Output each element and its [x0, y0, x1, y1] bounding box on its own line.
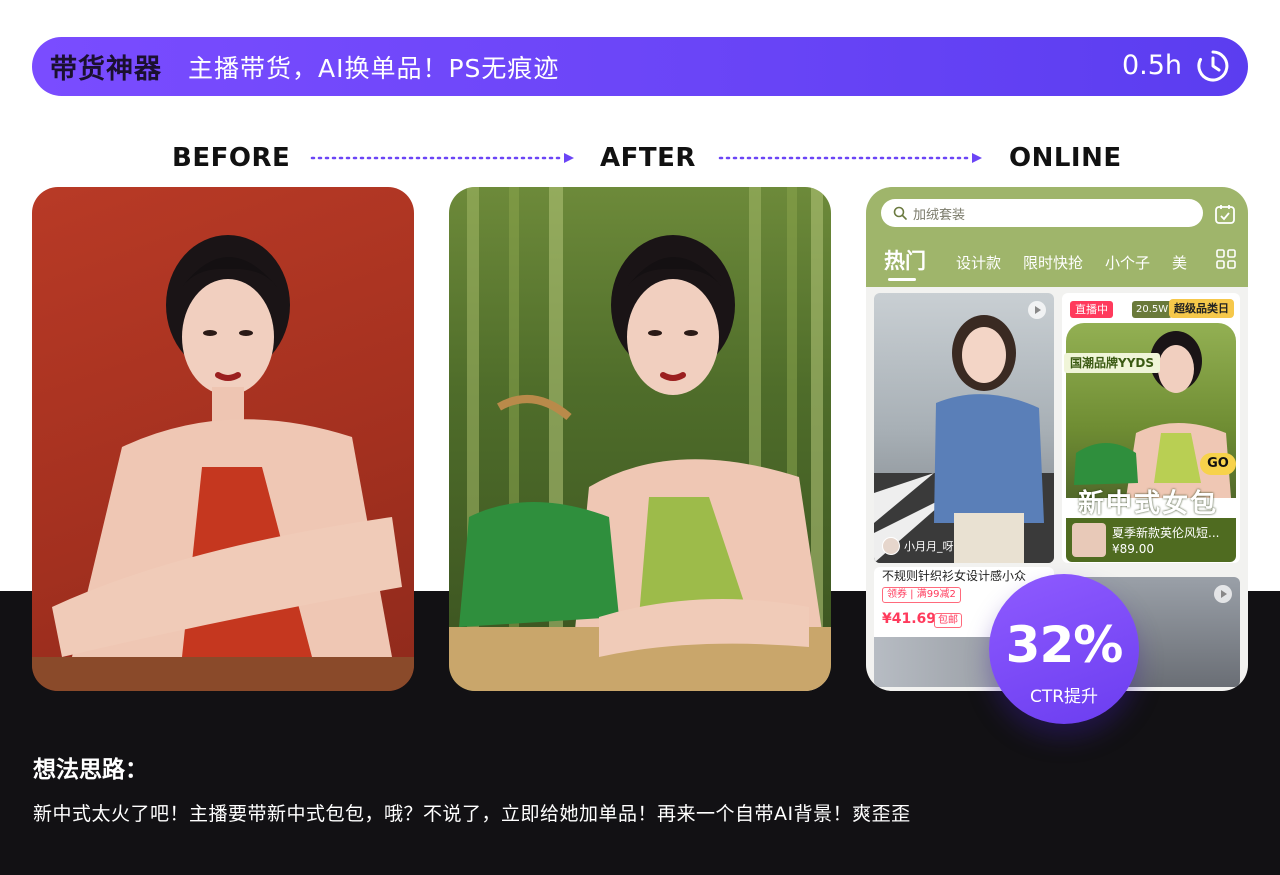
go-button[interactable]: GO	[1200, 453, 1236, 475]
tab-beauty[interactable]: 美	[1172, 252, 1187, 273]
avatar	[882, 537, 900, 555]
play-icon[interactable]	[1028, 301, 1046, 319]
tab-petite[interactable]: 小个子	[1105, 252, 1150, 273]
banner-title: 主播带货，AI换单品！PS无痕迹	[188, 53, 560, 83]
banner-tag: 带货神器	[50, 54, 162, 85]
after-photo	[449, 187, 831, 691]
feed-card-live[interactable]: 直播中 20.5W 超级品类日 国潮品牌YYDS GO 新中式女包 夏季新款英伦…	[1062, 293, 1240, 563]
before-photo	[32, 187, 414, 691]
search-input[interactable]: 加绒套装	[881, 199, 1203, 227]
idea-body: 新中式太火了吧！主播要带新中式包包，哦？不说了，立即给她加单品！再来一个自带AI…	[33, 803, 911, 825]
calendar-icon[interactable]	[1214, 203, 1236, 225]
ctr-badge: 32% CTR提升	[989, 574, 1139, 724]
tab-flash-sale[interactable]: 限时快抢	[1023, 252, 1083, 273]
tab-design[interactable]: 设计款	[956, 252, 1001, 273]
product-price-c: ¥41.69	[882, 611, 937, 627]
model-figure-after	[449, 187, 831, 691]
card-a-username: 小月月_呀	[904, 540, 954, 553]
search-icon	[893, 206, 907, 220]
ctr-label: CTR提升	[1029, 687, 1099, 707]
category-tabs: 热门 设计款 限时快抢 小个子 美	[884, 245, 1209, 281]
card-a-photo	[874, 315, 1054, 563]
product-price: ¥89.00	[1112, 542, 1154, 556]
view-count: 20.5W	[1132, 301, 1173, 318]
arrow-before-after	[310, 153, 574, 163]
product-name: 夏季新款英伦风短...	[1112, 526, 1220, 540]
product-thumbnail	[1072, 523, 1106, 557]
product-title: 不规则针织衫女设计感小众	[882, 569, 1027, 583]
label-online: ONLINE	[1009, 143, 1122, 173]
card-a-user: 小月月_呀	[882, 537, 954, 555]
arrow-after-online	[718, 153, 982, 163]
brand-day-tag: 超级品类日	[1169, 299, 1234, 318]
guochao-tag: 国潮品牌YYDS	[1064, 353, 1160, 373]
grid-icon[interactable]	[1216, 249, 1236, 269]
feed-card-knit[interactable]: 小月月_呀	[874, 293, 1054, 563]
play-icon[interactable]	[1214, 585, 1232, 603]
clock-icon	[1197, 50, 1229, 82]
live-badge: 直播中	[1070, 301, 1113, 318]
promo-title: 新中式女包	[1078, 489, 1219, 519]
model-figure-before	[32, 235, 414, 691]
label-before: BEFORE	[172, 143, 291, 173]
ctr-value: 32%	[1005, 616, 1124, 674]
banner-time: 0.5h	[1121, 50, 1182, 81]
label-after: AFTER	[600, 143, 696, 173]
free-shipping-tag: 包邮	[934, 613, 962, 628]
idea-heading: 想法思路：	[33, 757, 148, 783]
header-banner: 带货神器 主播带货，AI换单品！PS无痕迹 0.5h	[32, 37, 1248, 96]
tab-hot[interactable]: 热门	[884, 245, 926, 281]
product-strip[interactable]: 夏季新款英伦风短... ¥89.00	[1066, 518, 1236, 562]
coupon-badge[interactable]: 领券 | 满99减2	[882, 587, 961, 603]
app-header: 加绒套装 热门 设计款 限时快抢 小个子 美	[866, 187, 1248, 287]
search-placeholder: 加绒套装	[913, 207, 966, 223]
